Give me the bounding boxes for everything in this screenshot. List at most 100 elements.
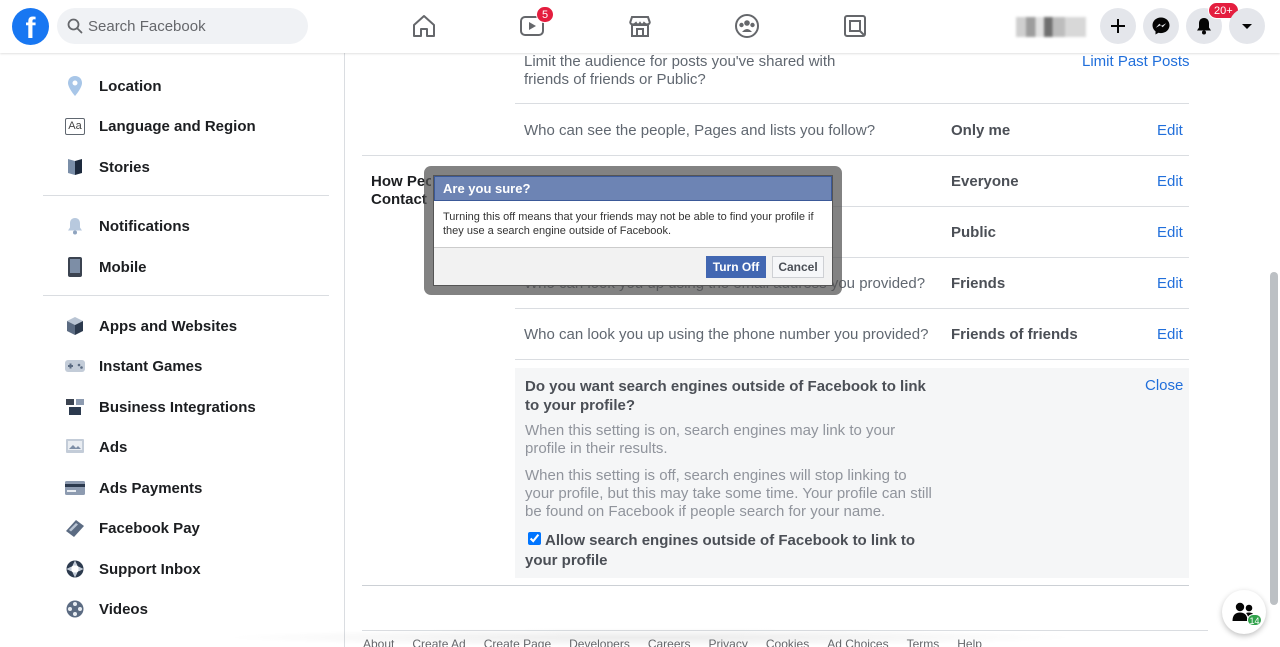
section-label-find-and-contact: How Peop Contact Y <box>371 173 431 209</box>
sidebar-item-ads-payments[interactable]: Ads Payments <box>62 473 202 503</box>
footer-link[interactable]: Careers <box>648 637 691 647</box>
bell-icon <box>62 215 88 237</box>
privacy-settings-panel: Limit the audience for posts you've shar… <box>345 53 1267 647</box>
sidebar-item-business-integrations[interactable]: Business Integrations <box>62 392 256 422</box>
sidebar-item-apps-and-websites[interactable]: Apps and Websites <box>62 311 237 341</box>
friends-list-edit-link[interactable]: Edit <box>1157 224 1183 241</box>
footer-link[interactable]: Create Ad <box>412 637 465 647</box>
account-profile-blurred[interactable] <box>1016 17 1086 37</box>
section-divider <box>362 585 1189 586</box>
footer-link[interactable]: Terms <box>907 637 940 647</box>
sidebar-item-label: Ads <box>99 438 128 456</box>
search-input[interactable] <box>88 8 298 44</box>
scrollbar-thumb[interactable] <box>1270 272 1278 605</box>
lifebuoy-icon <box>62 558 88 580</box>
cancel-button[interactable]: Cancel <box>772 256 824 278</box>
footer-link[interactable]: Help <box>957 637 982 647</box>
home-icon[interactable] <box>410 12 438 40</box>
language-icon: Aa <box>62 115 88 137</box>
sidebar-item-label: Videos <box>99 600 148 618</box>
gaming-icon[interactable] <box>841 12 869 40</box>
search-engine-checkbox-label[interactable]: Allow search engines outside of Facebook… <box>525 531 935 571</box>
sidebar-item-label: Stories <box>99 158 150 176</box>
footer-link[interactable]: About <box>363 637 394 647</box>
friend-requests-edit-link[interactable]: Edit <box>1157 173 1183 190</box>
sidebar-item-label: Notifications <box>99 217 190 235</box>
messenger-button[interactable] <box>1143 8 1179 44</box>
film-reel-icon <box>62 598 88 620</box>
email-lookup-edit-link[interactable]: Edit <box>1157 275 1183 292</box>
sidebar-divider <box>43 195 329 196</box>
sidebar-item-language[interactable]: Aa Language and Region <box>62 111 256 141</box>
sidebar-item-label: Ads Payments <box>99 479 203 497</box>
section-label-line: Contact Y <box>371 191 431 208</box>
footer-link[interactable]: Cookies <box>766 637 809 647</box>
account-menu-button[interactable] <box>1229 8 1265 44</box>
sidebar-item-support-inbox[interactable]: Support Inbox <box>62 554 201 584</box>
turn-off-button[interactable]: Turn Off <box>706 256 766 278</box>
sidebar-item-label: Location <box>99 77 162 95</box>
sidebar-item-instant-games[interactable]: Instant Games <box>62 351 202 381</box>
online-contacts-count: 14 <box>1247 614 1262 626</box>
sidebar-divider <box>43 295 329 296</box>
search-engine-question: Do you want search engines outside of Fa… <box>525 378 926 414</box>
search-engine-off-description: When this setting is off, search engines… <box>525 467 932 520</box>
search-icon <box>67 18 83 34</box>
sidebar-item-label: Support Inbox <box>99 560 201 578</box>
search-engine-setting-panel: Do you want search engines outside of Fa… <box>515 368 1189 578</box>
sidebar-item-ads[interactable]: Ads <box>62 432 127 462</box>
sidebar-item-label: Apps and Websites <box>99 317 238 335</box>
search-engine-close-link[interactable]: Close <box>1145 377 1183 394</box>
limit-past-posts-link[interactable]: Limit Past Posts <box>1082 53 1190 70</box>
footer-link[interactable]: Ad Choices <box>827 637 888 647</box>
search-box[interactable] <box>57 8 308 44</box>
follow-visibility-value: Only me <box>951 122 1011 139</box>
footer-link[interactable]: Privacy <box>709 637 748 647</box>
footer-link[interactable]: Create Page <box>484 637 551 647</box>
search-engine-on-description: When this setting is on, search engines … <box>525 422 896 457</box>
watch-badge: 5 <box>536 6 555 23</box>
footer-links: About Create Ad Create Page Developers C… <box>363 637 982 647</box>
sidebar-item-stories[interactable]: Stories <box>62 152 150 182</box>
groups-icon[interactable] <box>733 12 761 40</box>
messenger-icon <box>1152 17 1170 35</box>
location-pin-icon <box>62 75 88 97</box>
phone-lookup-edit-link[interactable]: Edit <box>1157 326 1183 343</box>
phone-lookup-question: Who can look you up using the phone numb… <box>524 326 929 343</box>
confirm-dialog-overlay: Are you sure? Turning this off means tha… <box>424 166 842 295</box>
section-divider <box>362 155 1189 156</box>
business-integrations-icon <box>62 396 88 418</box>
language-icon-text: Aa <box>65 117 85 135</box>
sidebar-item-videos[interactable]: Videos <box>62 594 148 624</box>
row-divider <box>515 308 1189 309</box>
marketplace-icon[interactable] <box>626 12 654 40</box>
email-lookup-value: Friends <box>951 275 1006 292</box>
caret-down-icon <box>1242 24 1252 29</box>
follow-visibility-question: Who can see the people, Pages and lists … <box>524 122 876 139</box>
follow-visibility-edit-link[interactable]: Edit <box>1157 122 1183 139</box>
sidebar-item-label: Instant Games <box>99 357 203 375</box>
sidebar-item-label: Mobile <box>99 258 147 276</box>
friends-list-value: Public <box>951 224 997 241</box>
bell-icon <box>1197 18 1211 35</box>
credit-card-icon <box>62 477 88 499</box>
ads-icon <box>62 436 88 458</box>
sidebar-item-location[interactable]: Location <box>62 71 162 101</box>
settings-sidebar: Location Aa Language and Region Stories … <box>0 53 345 647</box>
footer-link[interactable]: Developers <box>569 637 630 647</box>
mobile-phone-icon <box>62 256 88 278</box>
sidebar-item-facebook-pay[interactable]: Facebook Pay <box>62 513 200 543</box>
create-button[interactable] <box>1100 8 1136 44</box>
sidebar-item-mobile[interactable]: Mobile <box>62 252 147 282</box>
phone-lookup-value: Friends of friends <box>951 326 1078 343</box>
sidebar-item-notifications[interactable]: Notifications <box>62 211 190 241</box>
top-navigation-bar: f 5 <box>0 0 1280 53</box>
facebook-logo[interactable]: f <box>12 8 49 45</box>
dialog-footer: Turn Off Cancel <box>434 247 832 285</box>
search-engine-checkbox[interactable] <box>528 532 541 545</box>
dialog-message: Turning this off means that your friends… <box>443 211 814 237</box>
contacts-chat-button[interactable]: 14 <box>1222 590 1266 634</box>
friend-requests-value: Everyone <box>951 173 1019 190</box>
sidebar-item-label: Facebook Pay <box>99 519 200 537</box>
row-divider <box>515 359 1189 360</box>
